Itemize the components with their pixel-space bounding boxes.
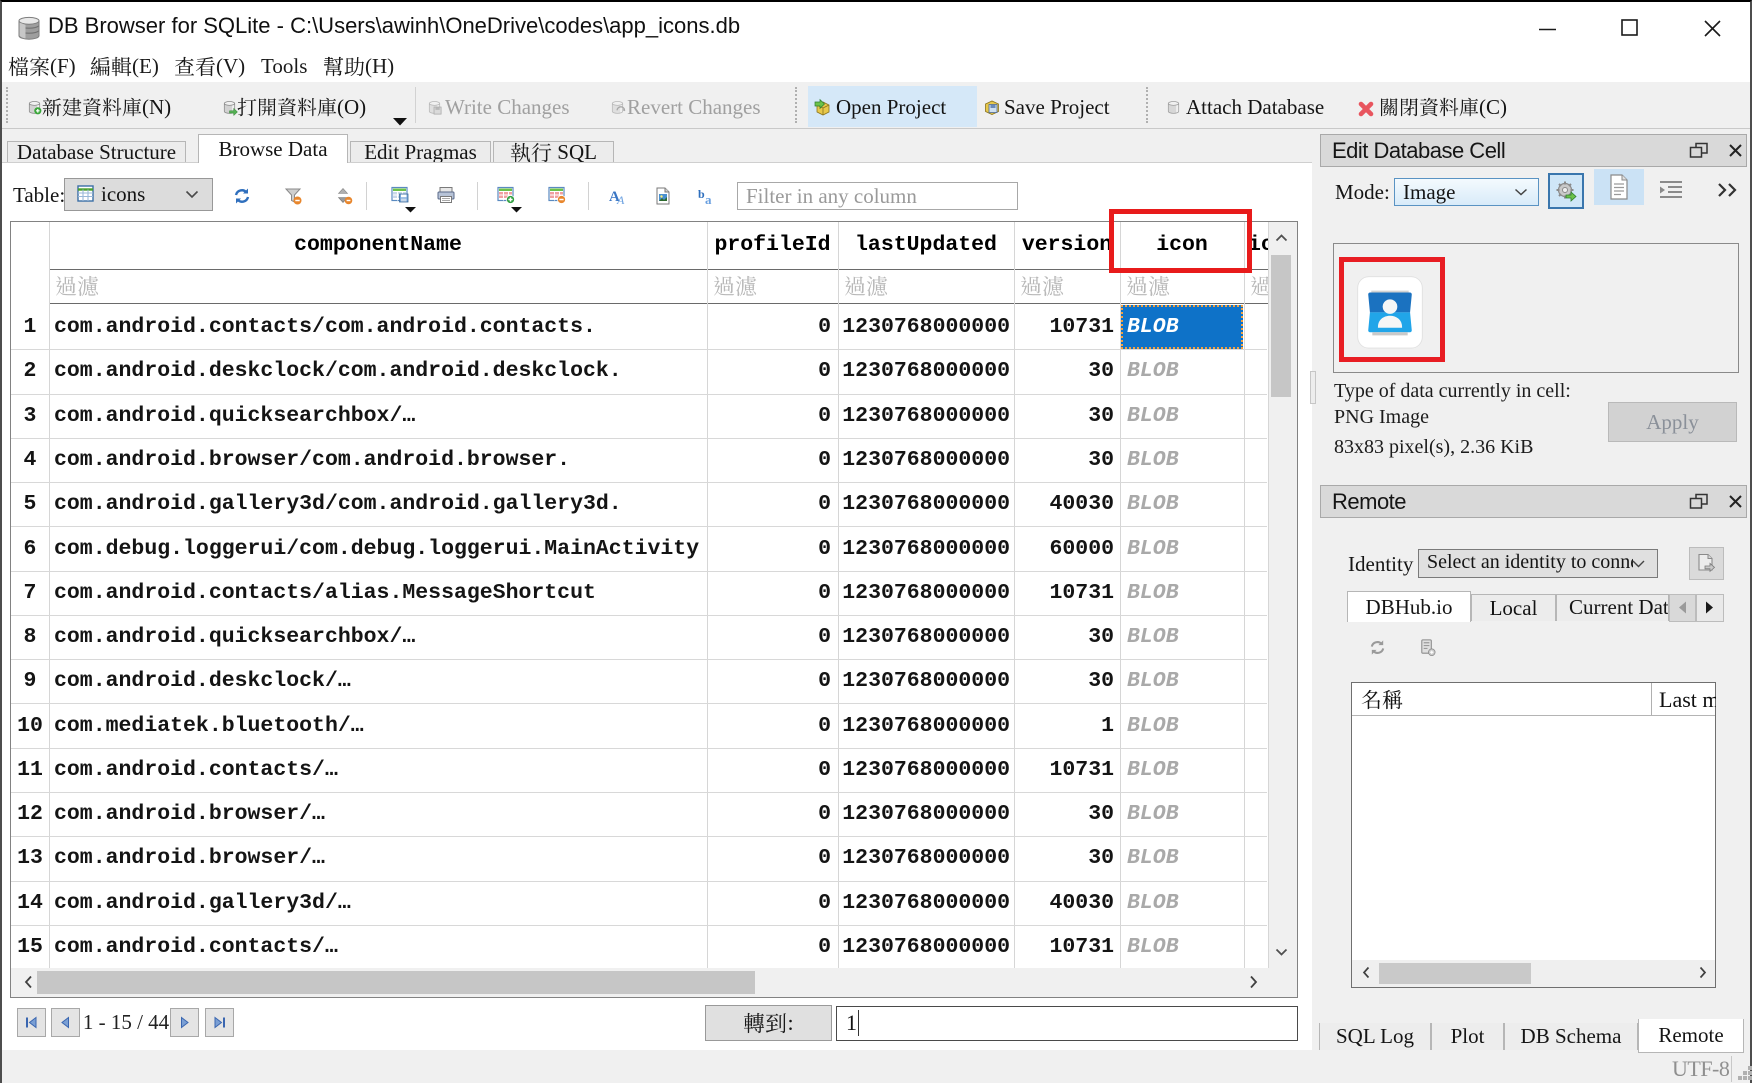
svg-text:a: a	[705, 192, 712, 206]
svg-text:b: b	[698, 187, 705, 201]
svg-text:A: A	[616, 193, 625, 206]
